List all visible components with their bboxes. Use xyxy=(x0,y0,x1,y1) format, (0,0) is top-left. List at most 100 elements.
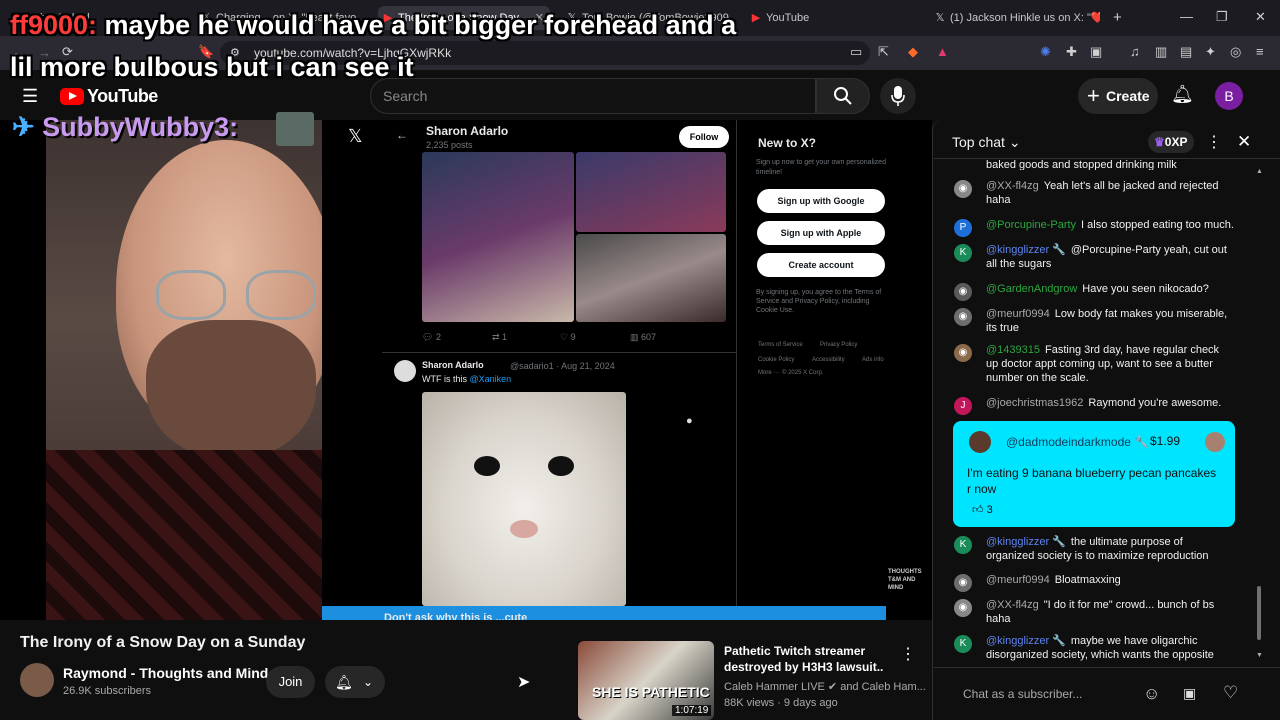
terms-notice: By signing up, you agree to the Terms of… xyxy=(756,289,882,314)
superchat-likes[interactable]: 👍︎ 3 xyxy=(972,503,993,516)
share-icon[interactable]: ⇱ xyxy=(878,44,889,60)
extensions-puzzle-icon[interactable]: ✚ xyxy=(1066,44,1077,60)
heart-icon[interactable]: ♡ xyxy=(1223,683,1238,703)
recommended-channel[interactable]: Caleb Hammer LIVE ✔ and Caleb Ham... xyxy=(724,680,926,693)
tweet2-author: Sharon Adarlo xyxy=(422,360,484,370)
search-button[interactable] xyxy=(816,78,870,114)
twitter-capture: 𝕏 ← Sharon Adarlo 2,235 posts Follow 💬︎ … xyxy=(322,120,886,620)
chevron-down-icon: ⌄ xyxy=(1008,134,1021,150)
tweet-views: ▥ 607 xyxy=(630,332,657,342)
twitter-column-divider xyxy=(736,120,737,620)
emoji-icon[interactable]: ☺ xyxy=(1143,684,1160,704)
chat-scrollbar-thumb[interactable] xyxy=(1257,586,1261,640)
tweet-image xyxy=(422,152,574,322)
tweet-avatar xyxy=(394,360,416,382)
chat-avatar: J xyxy=(954,397,972,415)
tweet-replies: 💬︎ 2 xyxy=(422,332,441,342)
chat-avatar: ◉ xyxy=(954,283,972,301)
thumbs-up-icon: 👍︎ xyxy=(972,504,984,516)
chat-avatar: K xyxy=(954,244,972,262)
join-button[interactable]: Join xyxy=(266,666,315,698)
channel-name[interactable]: Raymond - Thoughts and Mind xyxy=(63,665,268,681)
follow-button: Follow xyxy=(679,126,729,148)
browser-tab[interactable]: 𝕏 (1) Jackson Hinkle us on X: "❤️ u xyxy=(930,6,1100,30)
chat-avatar: P xyxy=(954,219,972,237)
chat-scrollbar[interactable]: ▲ ▼ xyxy=(1256,168,1263,659)
chat-avatar: ◉ xyxy=(954,344,972,362)
chat-avatar: ◉ xyxy=(954,308,972,326)
chat-input[interactable]: Chat as a subscriber... xyxy=(946,680,1136,708)
notifications-bell-icon[interactable]: 🔔︎ xyxy=(1171,84,1194,105)
hamster-eye xyxy=(474,456,500,476)
glasses-right xyxy=(246,270,316,320)
chat-mode-selector[interactable]: Top chat ⌄ xyxy=(952,134,1021,151)
footer-link: Ads info xyxy=(862,357,884,363)
vpn-icon[interactable]: ◎ xyxy=(1230,44,1241,60)
tweet2-handle: @sadario1 · Aug 21, 2024 xyxy=(510,361,615,371)
hamster-eye xyxy=(548,456,574,476)
xp-badge[interactable]: ♛0XP xyxy=(1148,131,1194,153)
subscribe-bell-button[interactable]: 🔔︎ ⌄ xyxy=(325,666,385,698)
chat-avatar: ◉ xyxy=(954,574,972,592)
search-icon xyxy=(834,87,852,105)
tweet-caption-partial: Don't ask why this is ...cute xyxy=(384,612,528,620)
sidebar-icon[interactable]: ▥ xyxy=(1155,44,1167,60)
tweet-reposts: ⇄ 1 xyxy=(492,332,508,342)
superchat-avatar-small xyxy=(1205,432,1225,452)
more-options-icon[interactable]: ⋮ xyxy=(900,644,916,664)
search-input[interactable]: Search xyxy=(370,78,816,114)
thumbnail-text: SHE IS PATHETIC xyxy=(592,684,710,700)
channel-avatar[interactable] xyxy=(20,663,54,697)
extension-icon[interactable]: ✺ xyxy=(1040,44,1051,60)
media-icon[interactable]: ♫ xyxy=(1130,44,1140,59)
overlay-chat-line1: ff9000: maybe he would have a bit bigger… xyxy=(10,10,737,40)
chat-more-icon[interactable]: ⋮ xyxy=(1206,132,1222,152)
youtube-logo-text[interactable]: YouTube xyxy=(87,86,158,107)
brave-rewards-icon[interactable]: ▲ xyxy=(936,44,949,59)
sword-icon: ✈ xyxy=(12,112,35,142)
crown-icon: ♛ xyxy=(1154,135,1165,149)
brave-shield-icon[interactable]: ◆ xyxy=(908,44,918,60)
super-chat-card: @dadmodeindarkmode 🔧 $1.99 I'm eating 9 … xyxy=(953,421,1235,527)
footer-link: Privacy Policy xyxy=(820,342,858,348)
wallet2-icon[interactable]: ▤ xyxy=(1180,44,1192,60)
voice-search-button[interactable] xyxy=(880,78,916,114)
youtube-logo-icon[interactable] xyxy=(60,88,84,105)
hamster-image xyxy=(422,392,626,606)
mouse-pointer-icon: ➤ xyxy=(517,674,531,691)
leo-icon[interactable]: ✦ xyxy=(1205,44,1216,60)
footer-link: Accessibility xyxy=(812,357,845,363)
chat-message: ◉ @meurf0994 Bloatmaxxing xyxy=(954,573,1234,592)
account-avatar[interactable]: B xyxy=(1215,82,1243,110)
chat-message: ◉ @XX-fl4zg "I do it for me" crowd... bun… xyxy=(954,598,1234,626)
minimize-icon[interactable]: — xyxy=(1180,9,1193,24)
recommended-title[interactable]: Pathetic Twitch streamer destroyed by H3… xyxy=(724,643,894,675)
hamburger-menu-icon[interactable]: ☰ xyxy=(22,86,38,107)
chat-message: K @kingglizzer 🔧 the ultimate purpose of … xyxy=(954,535,1234,563)
wallet-icon[interactable]: ▣ xyxy=(1090,44,1102,60)
tweet-likes: ♡ 9 xyxy=(560,332,576,342)
chevron-down-icon: ⌄ xyxy=(363,675,374,689)
super-chat-icon[interactable]: ▣ xyxy=(1183,685,1196,702)
streamer-beard xyxy=(146,320,316,460)
tweet-image xyxy=(576,234,726,322)
footer-link: Cookie Policy xyxy=(758,357,795,363)
video-player[interactable]: 𝕏 ← Sharon Adarlo 2,235 posts Follow 💬︎ … xyxy=(0,120,932,620)
new-tab-icon[interactable]: + xyxy=(1113,9,1122,26)
tweet-divider xyxy=(382,352,736,353)
cast-icon[interactable]: ▭ xyxy=(850,44,862,60)
x-logo-icon: 𝕏 xyxy=(348,126,363,146)
tweet-image xyxy=(576,152,726,232)
video-duration: 1:07:19 xyxy=(672,705,712,716)
menu-icon[interactable]: ≡ xyxy=(1256,44,1264,59)
close-window-icon[interactable]: ✕ xyxy=(1255,9,1266,25)
microphone-icon xyxy=(891,86,905,106)
close-chat-icon[interactable]: ✕ xyxy=(1237,132,1251,152)
recommended-meta: 88K views · 9 days ago xyxy=(724,697,838,709)
footer-link: © 2025 X Corp. xyxy=(782,370,824,376)
browser-tab[interactable]: ▶ YouTube xyxy=(746,6,916,30)
chat-message: J @joechristmas1962 Raymond you're awesom… xyxy=(954,396,1234,415)
maximize-icon[interactable]: ❐ xyxy=(1216,9,1228,25)
create-button[interactable]: + Create xyxy=(1078,78,1158,114)
chat-avatar: K xyxy=(954,536,972,554)
